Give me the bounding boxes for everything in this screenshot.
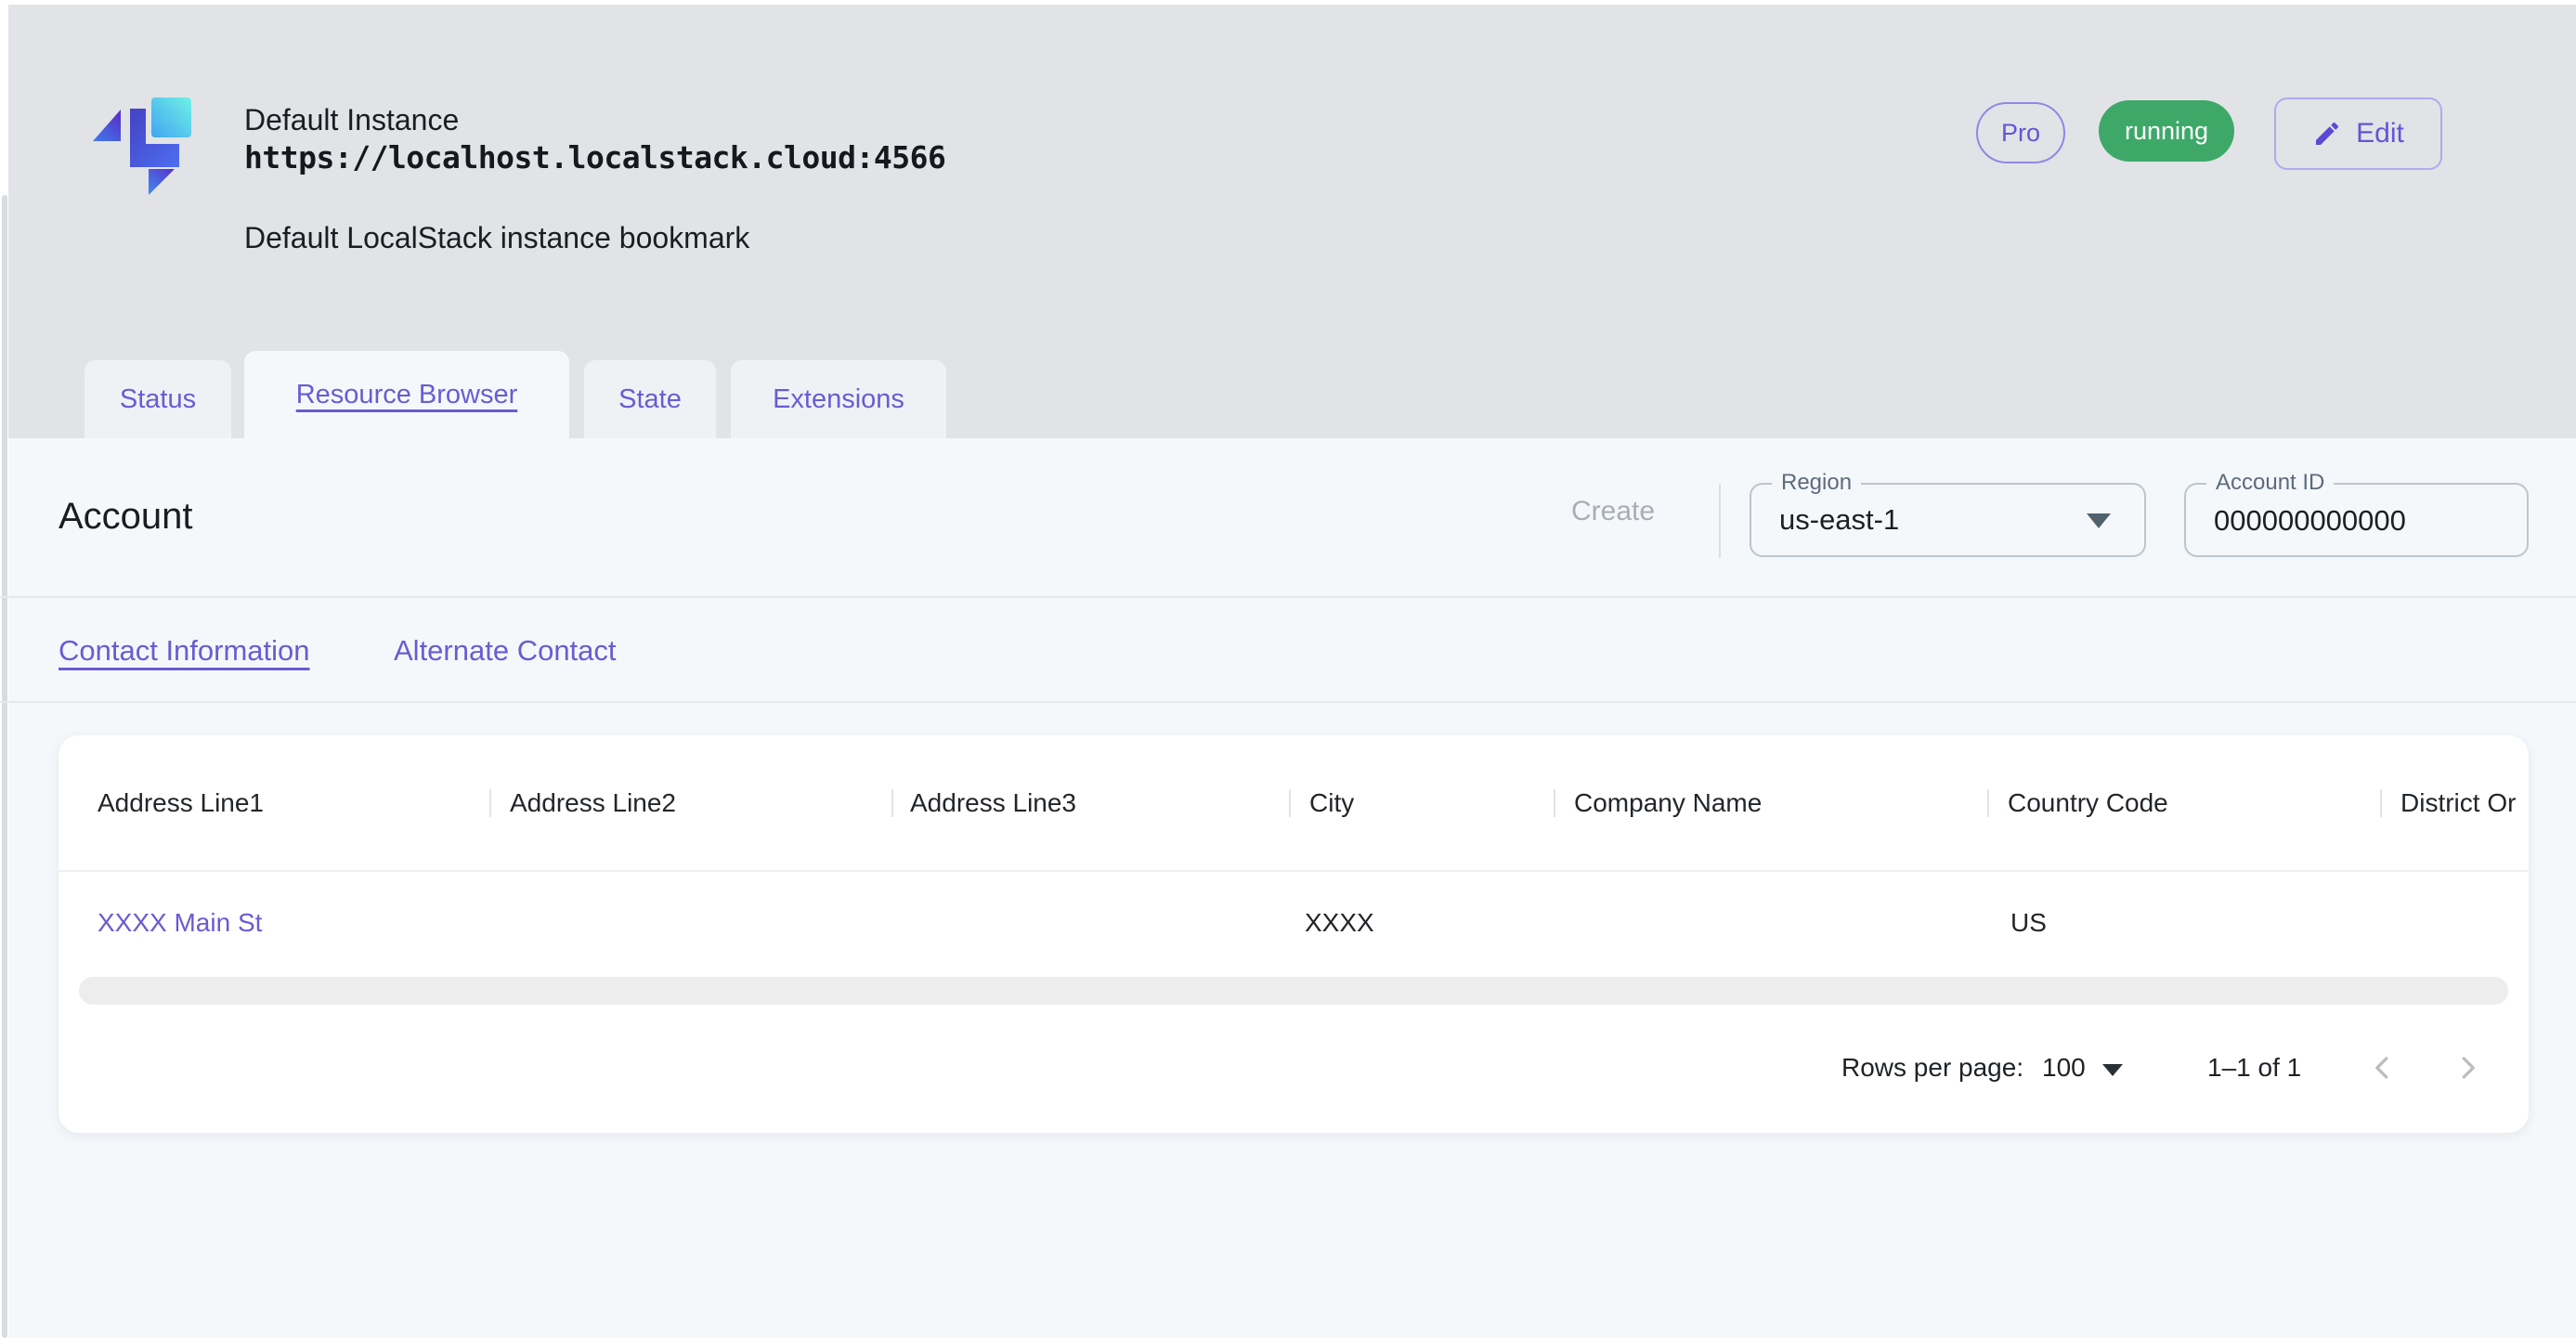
horizontal-scrollbar-thumb[interactable] xyxy=(79,977,2508,1005)
tab-resource-browser[interactable]: Resource Browser xyxy=(244,351,569,438)
column-separator xyxy=(2380,789,2382,817)
tab-status[interactable]: Status xyxy=(85,360,231,438)
localstack-logo-icon xyxy=(93,96,192,195)
tab-extensions[interactable]: Extensions xyxy=(731,360,946,438)
column-separator xyxy=(891,789,893,817)
rows-per-page-label: Rows per page: xyxy=(1841,1042,2023,1094)
contact-information-table: Address Line1 Address Line2 Address Line… xyxy=(59,735,2529,1133)
column-header-address-line1: Address Line1 xyxy=(98,735,264,870)
table-header-divider xyxy=(59,870,2529,872)
vertical-divider xyxy=(1719,484,1721,558)
app-window: Default Instance https://localhost.local… xyxy=(0,0,2576,1338)
cell-country-code: US xyxy=(2010,870,2047,975)
tab-state[interactable]: State xyxy=(584,360,716,438)
instance-title: Default Instance xyxy=(244,101,459,138)
next-page-button[interactable] xyxy=(2441,1042,2493,1094)
column-header-company-name: Company Name xyxy=(1574,735,1762,870)
column-header-district: District Or xyxy=(2400,735,2516,870)
status-badge: running xyxy=(2099,100,2234,162)
pagination-range: 1–1 of 1 xyxy=(2207,1042,2301,1094)
column-header-address-line2: Address Line2 xyxy=(510,735,676,870)
region-select[interactable]: Region us-east-1 xyxy=(1750,483,2146,557)
column-separator xyxy=(1987,789,1989,817)
instance-url: https://localhost.localstack.cloud:4566 xyxy=(244,139,945,175)
account-id-field: Account ID xyxy=(2184,483,2529,557)
edit-button-label: Edit xyxy=(2356,118,2404,149)
subtab-contact-information[interactable]: Contact Information xyxy=(59,634,310,668)
column-header-address-line3: Address Line3 xyxy=(910,735,1076,870)
pencil-icon xyxy=(2312,119,2342,149)
account-id-input[interactable] xyxy=(2212,492,2504,550)
chevron-right-icon xyxy=(2453,1054,2481,1082)
plan-badge: Pro xyxy=(1976,102,2065,163)
chevron-left-icon xyxy=(2369,1054,2397,1082)
column-header-city: City xyxy=(1309,735,1354,870)
column-separator xyxy=(1289,789,1291,817)
cell-city: XXXX xyxy=(1305,870,1374,975)
rows-per-page-select[interactable]: 100 xyxy=(2042,1042,2123,1094)
previous-page-button[interactable] xyxy=(2357,1042,2409,1094)
subtab-alternate-contact[interactable]: Alternate Contact xyxy=(394,634,617,668)
page-title: Account xyxy=(59,496,193,538)
edit-button[interactable]: Edit xyxy=(2274,97,2442,170)
create-button[interactable]: Create xyxy=(1566,495,1660,528)
caret-down-icon xyxy=(2102,1064,2123,1076)
instance-subtitle: Default LocalStack instance bookmark xyxy=(244,221,749,255)
divider xyxy=(0,701,2576,703)
region-select-value: us-east-1 xyxy=(1779,485,1899,555)
column-separator xyxy=(489,789,491,817)
cell-address-line1-link[interactable]: XXXX Main St xyxy=(98,870,262,975)
window-scrollbar[interactable] xyxy=(2,195,7,1338)
column-separator xyxy=(1554,789,1555,817)
caret-down-icon xyxy=(2087,513,2111,528)
column-header-country-code: Country Code xyxy=(2008,735,2168,870)
divider xyxy=(0,596,2576,598)
